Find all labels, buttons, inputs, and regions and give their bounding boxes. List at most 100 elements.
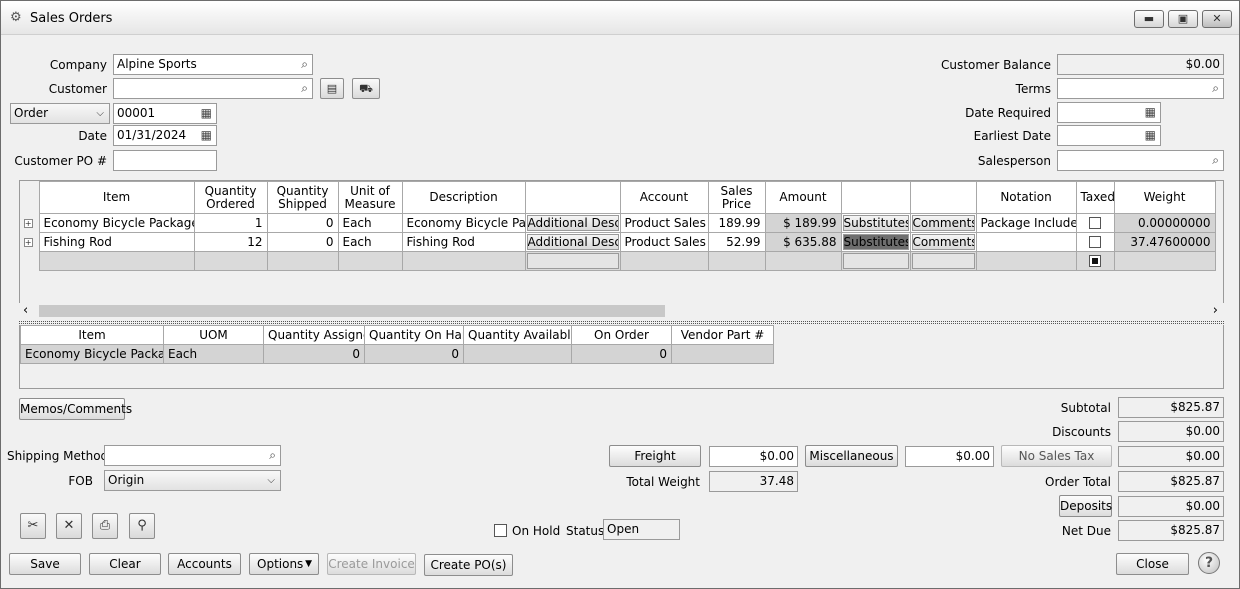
col-header-substitutes[interactable] [840, 181, 911, 214]
freight-input[interactable]: $0.00 [709, 446, 798, 467]
additional-description-button[interactable]: Additional Descri [526, 215, 619, 231]
scroll-left-arrow[interactable]: ‹ [23, 303, 28, 318]
date-input[interactable]: 01/31/2024 ▦ [113, 125, 217, 146]
col-header-account[interactable]: Account [619, 181, 709, 214]
salesperson-input[interactable]: ⌕ [1057, 150, 1224, 171]
cell-description[interactable] [401, 251, 526, 271]
search-icon[interactable]: ⌕ [1212, 81, 1219, 96]
maximize-button[interactable]: ▣ [1168, 10, 1198, 28]
clear-button[interactable]: Clear [89, 553, 161, 575]
cell-sales-price[interactable] [707, 251, 766, 271]
cell-qty-shipped[interactable]: 0 [266, 213, 339, 233]
table-row[interactable]: + Fishing Rod 12 0 Each Fishing Rod Addi… [20, 232, 1216, 252]
customer-input[interactable]: ⌕ [113, 78, 313, 99]
freight-button[interactable]: Freight [609, 445, 701, 467]
search-icon[interactable]: ⌕ [269, 448, 276, 463]
terms-input[interactable]: ⌕ [1057, 78, 1224, 99]
customer-po-input[interactable] [113, 150, 217, 171]
ship-to-icon[interactable]: ⛟ [352, 78, 380, 99]
company-input[interactable]: Alpine Sports ⌕ [113, 54, 313, 75]
taxed-checkbox[interactable] [1089, 217, 1101, 229]
sub-cell-qty-on-hand[interactable]: 0 [364, 344, 464, 364]
sub-cell-qty-available[interactable] [463, 344, 572, 364]
minimize-button[interactable]: ▬ [1134, 10, 1164, 28]
memos-comments-button[interactable]: Memos/Comments [19, 398, 132, 420]
sub-cell-vendor-part[interactable] [671, 344, 774, 364]
line-items-grid[interactable]: Item Quantity Ordered Quantity Shipped U… [19, 180, 1224, 320]
sub-col-qty-on-hand[interactable]: Quantity On Hand [364, 325, 464, 345]
calendar-icon[interactable]: ▦ [1145, 105, 1156, 120]
comments-button[interactable]: Comments [911, 215, 975, 231]
col-header-amount[interactable]: Amount [764, 181, 842, 214]
search-icon[interactable]: ⌕ [1212, 153, 1219, 168]
cell-notation[interactable]: Package Includes [975, 213, 1077, 233]
calendar-icon[interactable]: ▦ [201, 128, 212, 143]
sub-cell-item[interactable]: Economy Bicycle Package [20, 344, 164, 364]
sub-col-vendor-part[interactable]: Vendor Part # [671, 325, 774, 345]
substitutes-button[interactable]: Substitutes [842, 234, 909, 250]
search-icon[interactable]: ⌕ [301, 57, 308, 72]
cell-uom[interactable]: Each [337, 213, 403, 233]
plus-icon[interactable]: + [23, 237, 33, 247]
cell-item[interactable]: Fishing Rod [38, 232, 195, 252]
cell-item[interactable]: Economy Bicycle Package [38, 213, 195, 233]
help-icon[interactable]: ? [1198, 552, 1220, 574]
col-header-comments[interactable] [909, 181, 977, 214]
cell-notation[interactable] [975, 232, 1077, 252]
col-header-weight[interactable]: Weight [1113, 181, 1216, 214]
col-header-item[interactable]: Item [38, 181, 195, 214]
close-window-button[interactable]: ✕ [1202, 10, 1232, 28]
col-header-additional[interactable] [524, 181, 621, 214]
cell-uom[interactable]: Each [337, 232, 403, 252]
cell-qty-ordered[interactable] [193, 251, 268, 271]
miscellaneous-input[interactable]: $0.00 [905, 446, 994, 467]
scroll-right-arrow[interactable]: › [1213, 303, 1218, 318]
taxed-checkbox[interactable] [1089, 236, 1101, 248]
sub-cell-qty-assigned[interactable]: 0 [263, 344, 365, 364]
inventory-subgrid[interactable]: Item UOM Quantity Assigned Quantity On H… [19, 325, 1224, 389]
on-hold-checkbox[interactable] [494, 524, 507, 537]
calendar-icon[interactable]: ▦ [1145, 128, 1156, 143]
row-expander[interactable]: + [20, 232, 39, 252]
sub-col-on-order[interactable]: On Order [571, 325, 672, 345]
cell-account[interactable]: Product Sales [619, 213, 709, 233]
col-header-sales-price[interactable]: Sales Price [707, 181, 766, 214]
earliest-date-input[interactable]: ▦ [1057, 125, 1161, 146]
shipping-method-input[interactable]: ⌕ [104, 445, 281, 466]
void-order-icon[interactable]: ✕ [56, 513, 82, 539]
taxed-checkbox[interactable] [1089, 255, 1101, 267]
options-button[interactable]: Options ▼ [249, 553, 319, 575]
sub-cell-on-order[interactable]: 0 [571, 344, 672, 364]
create-invoice-button[interactable]: Create Invoice [327, 553, 416, 575]
cell-uom[interactable] [337, 251, 403, 271]
cell-description[interactable]: Fishing Rod [401, 232, 526, 252]
save-button[interactable]: Save [9, 553, 81, 575]
plus-icon[interactable]: + [23, 218, 33, 228]
attachment-icon[interactable]: ⚲ [129, 513, 155, 539]
table-row[interactable]: + Economy Bicycle Package 1 0 Each Econo… [20, 213, 1216, 233]
date-required-input[interactable]: ▦ [1057, 102, 1161, 123]
create-pos-button[interactable]: Create PO(s) [424, 554, 513, 576]
cell-qty-ordered[interactable]: 12 [193, 232, 268, 252]
col-header-notation[interactable]: Notation [975, 181, 1077, 214]
sub-col-item[interactable]: Item [20, 325, 164, 345]
cell-qty-shipped[interactable] [266, 251, 339, 271]
additional-description-button[interactable]: Additional Descri [526, 234, 619, 250]
cell-notation[interactable] [975, 251, 1077, 271]
no-sales-tax-button[interactable]: No Sales Tax [1001, 445, 1112, 467]
fob-select[interactable]: Origin ⌵ [104, 470, 281, 491]
additional-description-button[interactable] [526, 253, 619, 269]
calendar-icon[interactable]: ▦ [201, 106, 212, 121]
cell-sales-price[interactable]: 189.99 [707, 213, 766, 233]
comments-button[interactable]: Comments [911, 234, 975, 250]
col-header-uom[interactable]: Unit of Measure [337, 181, 403, 214]
sub-cell-uom[interactable]: Each [163, 344, 264, 364]
table-row[interactable]: Economy Bicycle Package Each 0 0 0 [20, 344, 774, 364]
row-expander[interactable]: + [20, 213, 39, 233]
cell-description[interactable]: Economy Bicycle Pac [401, 213, 526, 233]
cell-qty-shipped[interactable]: 0 [266, 232, 339, 252]
cell-account[interactable]: Product Sales [619, 232, 709, 252]
print-icon[interactable]: ⎙ [92, 513, 118, 539]
col-header-description[interactable]: Description [401, 181, 526, 214]
col-header-qty-shipped[interactable]: Quantity Shipped [266, 181, 339, 214]
